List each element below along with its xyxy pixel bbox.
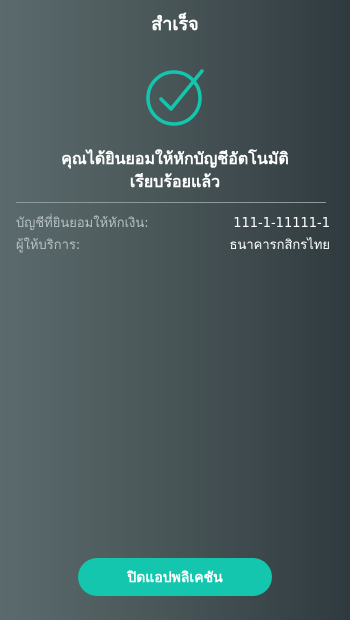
provider-value: ธนาคารกสิกรไทย	[229, 238, 330, 253]
account-label: บัญชีที่ยินยอมให้หักเงิน:	[16, 216, 149, 231]
success-message-line1: คุณได้ยินยอมให้หักบัญชีอัตโนมัติ	[61, 149, 289, 168]
close-app-button[interactable]: ปิดแอปพลิเคชัน	[78, 558, 272, 596]
page-title: สำเร็จ	[151, 14, 199, 35]
detail-row-provider: ผู้ให้บริการ: ธนาคารกสิกรไทย	[16, 236, 330, 256]
success-message: คุณได้ยินยอมให้หักบัญชีอัตโนมัติ เรียบร้…	[20, 147, 330, 193]
divider	[16, 202, 326, 203]
provider-label: ผู้ให้บริการ:	[16, 238, 81, 253]
account-value: 111-1-11111-1	[233, 216, 330, 231]
check-circle-icon	[144, 66, 206, 128]
detail-row-account: บัญชีที่ยินยอมให้หักเงิน: 111-1-11111-1	[16, 214, 330, 234]
success-message-line2: เรียบร้อยแล้ว	[129, 172, 221, 191]
